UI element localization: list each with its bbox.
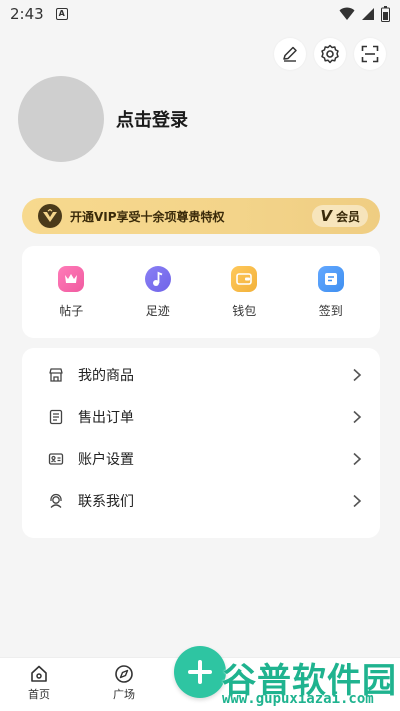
nav-home[interactable]: 首页 (28, 664, 50, 702)
order-icon (49, 409, 63, 425)
quick-label-checkin: 签到 (318, 303, 343, 318)
menu-item-my-products[interactable]: 我的商品 (22, 354, 380, 396)
quick-label-footprint: 足迹 (145, 303, 170, 318)
nav-home-label: 首页 (28, 688, 50, 701)
music-note-icon (144, 265, 171, 292)
top-actions (274, 38, 386, 70)
compass-icon (115, 665, 133, 683)
gear-icon (321, 44, 339, 64)
vip-banner[interactable]: 开通VIP享受十余项尊贵特权 V 会员 (22, 198, 380, 234)
menu-label-account-settings: 账户设置 (78, 452, 134, 468)
settings-button[interactable] (314, 38, 346, 70)
menu-card: 我的商品 售出订单 账户设置 联系我们 (22, 348, 380, 538)
vip-mark: V (320, 207, 332, 225)
vip-promo-text: 开通VIP享受十余项尊贵特权 (70, 209, 225, 224)
profile-header[interactable]: 点击登录 (18, 76, 188, 162)
nav-square-label: 广场 (113, 688, 135, 701)
nav-square[interactable]: 广场 (113, 664, 135, 702)
signal-icon (362, 8, 374, 20)
scan-button[interactable] (354, 38, 386, 70)
status-time: 2:43 (10, 5, 44, 23)
edit-button[interactable] (274, 38, 306, 70)
battery-icon (381, 6, 390, 22)
checkin-icon (317, 265, 344, 292)
vip-crown-icon (38, 204, 62, 228)
menu-label-my-products: 我的商品 (78, 368, 134, 384)
notification-a-icon: A (55, 8, 68, 20)
quick-label-wallet: 钱包 (232, 303, 257, 318)
watermark-url: www.gupuxiazai.com (222, 691, 374, 707)
chevron-right-icon (353, 368, 362, 382)
watermark: 谷普软件园 www.gupuxiazai.com (222, 655, 398, 709)
quick-label-posts: 帖子 (59, 303, 84, 318)
quick-actions-card: 帖子 足迹 钱包 签到 (22, 246, 380, 338)
vip-member-label: 会员 (335, 209, 360, 224)
chevron-right-icon (353, 410, 362, 424)
wifi-icon (339, 7, 355, 20)
menu-item-contact-us[interactable]: 联系我们 (22, 480, 380, 522)
quick-item-wallet[interactable]: 钱包 (209, 265, 279, 319)
vip-member-button[interactable]: V 会员 (312, 205, 368, 227)
quick-item-checkin[interactable]: 签到 (296, 265, 366, 319)
store-icon (49, 368, 63, 382)
login-prompt[interactable]: 点击登录 (116, 106, 188, 132)
account-card-icon (48, 453, 64, 465)
pen-icon (283, 46, 297, 62)
menu-item-account-settings[interactable]: 账户设置 (22, 438, 380, 480)
support-agent-icon (50, 493, 62, 508)
menu-label-contact-us: 联系我们 (78, 494, 134, 510)
home-icon (31, 665, 47, 682)
quick-item-posts[interactable]: 帖子 (36, 265, 106, 319)
avatar[interactable] (18, 76, 104, 162)
crown-icon (58, 265, 85, 292)
chevron-right-icon (353, 452, 362, 466)
chevron-right-icon (353, 494, 362, 508)
menu-label-sold-orders: 售出订单 (78, 410, 134, 426)
wallet-icon (231, 265, 258, 292)
quick-item-footprint[interactable]: 足迹 (123, 265, 193, 319)
publish-button[interactable] (174, 646, 226, 698)
status-bar: 2:43 A (0, 0, 400, 28)
menu-item-sold-orders[interactable]: 售出订单 (22, 396, 380, 438)
plus-icon (188, 660, 212, 684)
scan-icon (361, 45, 379, 63)
